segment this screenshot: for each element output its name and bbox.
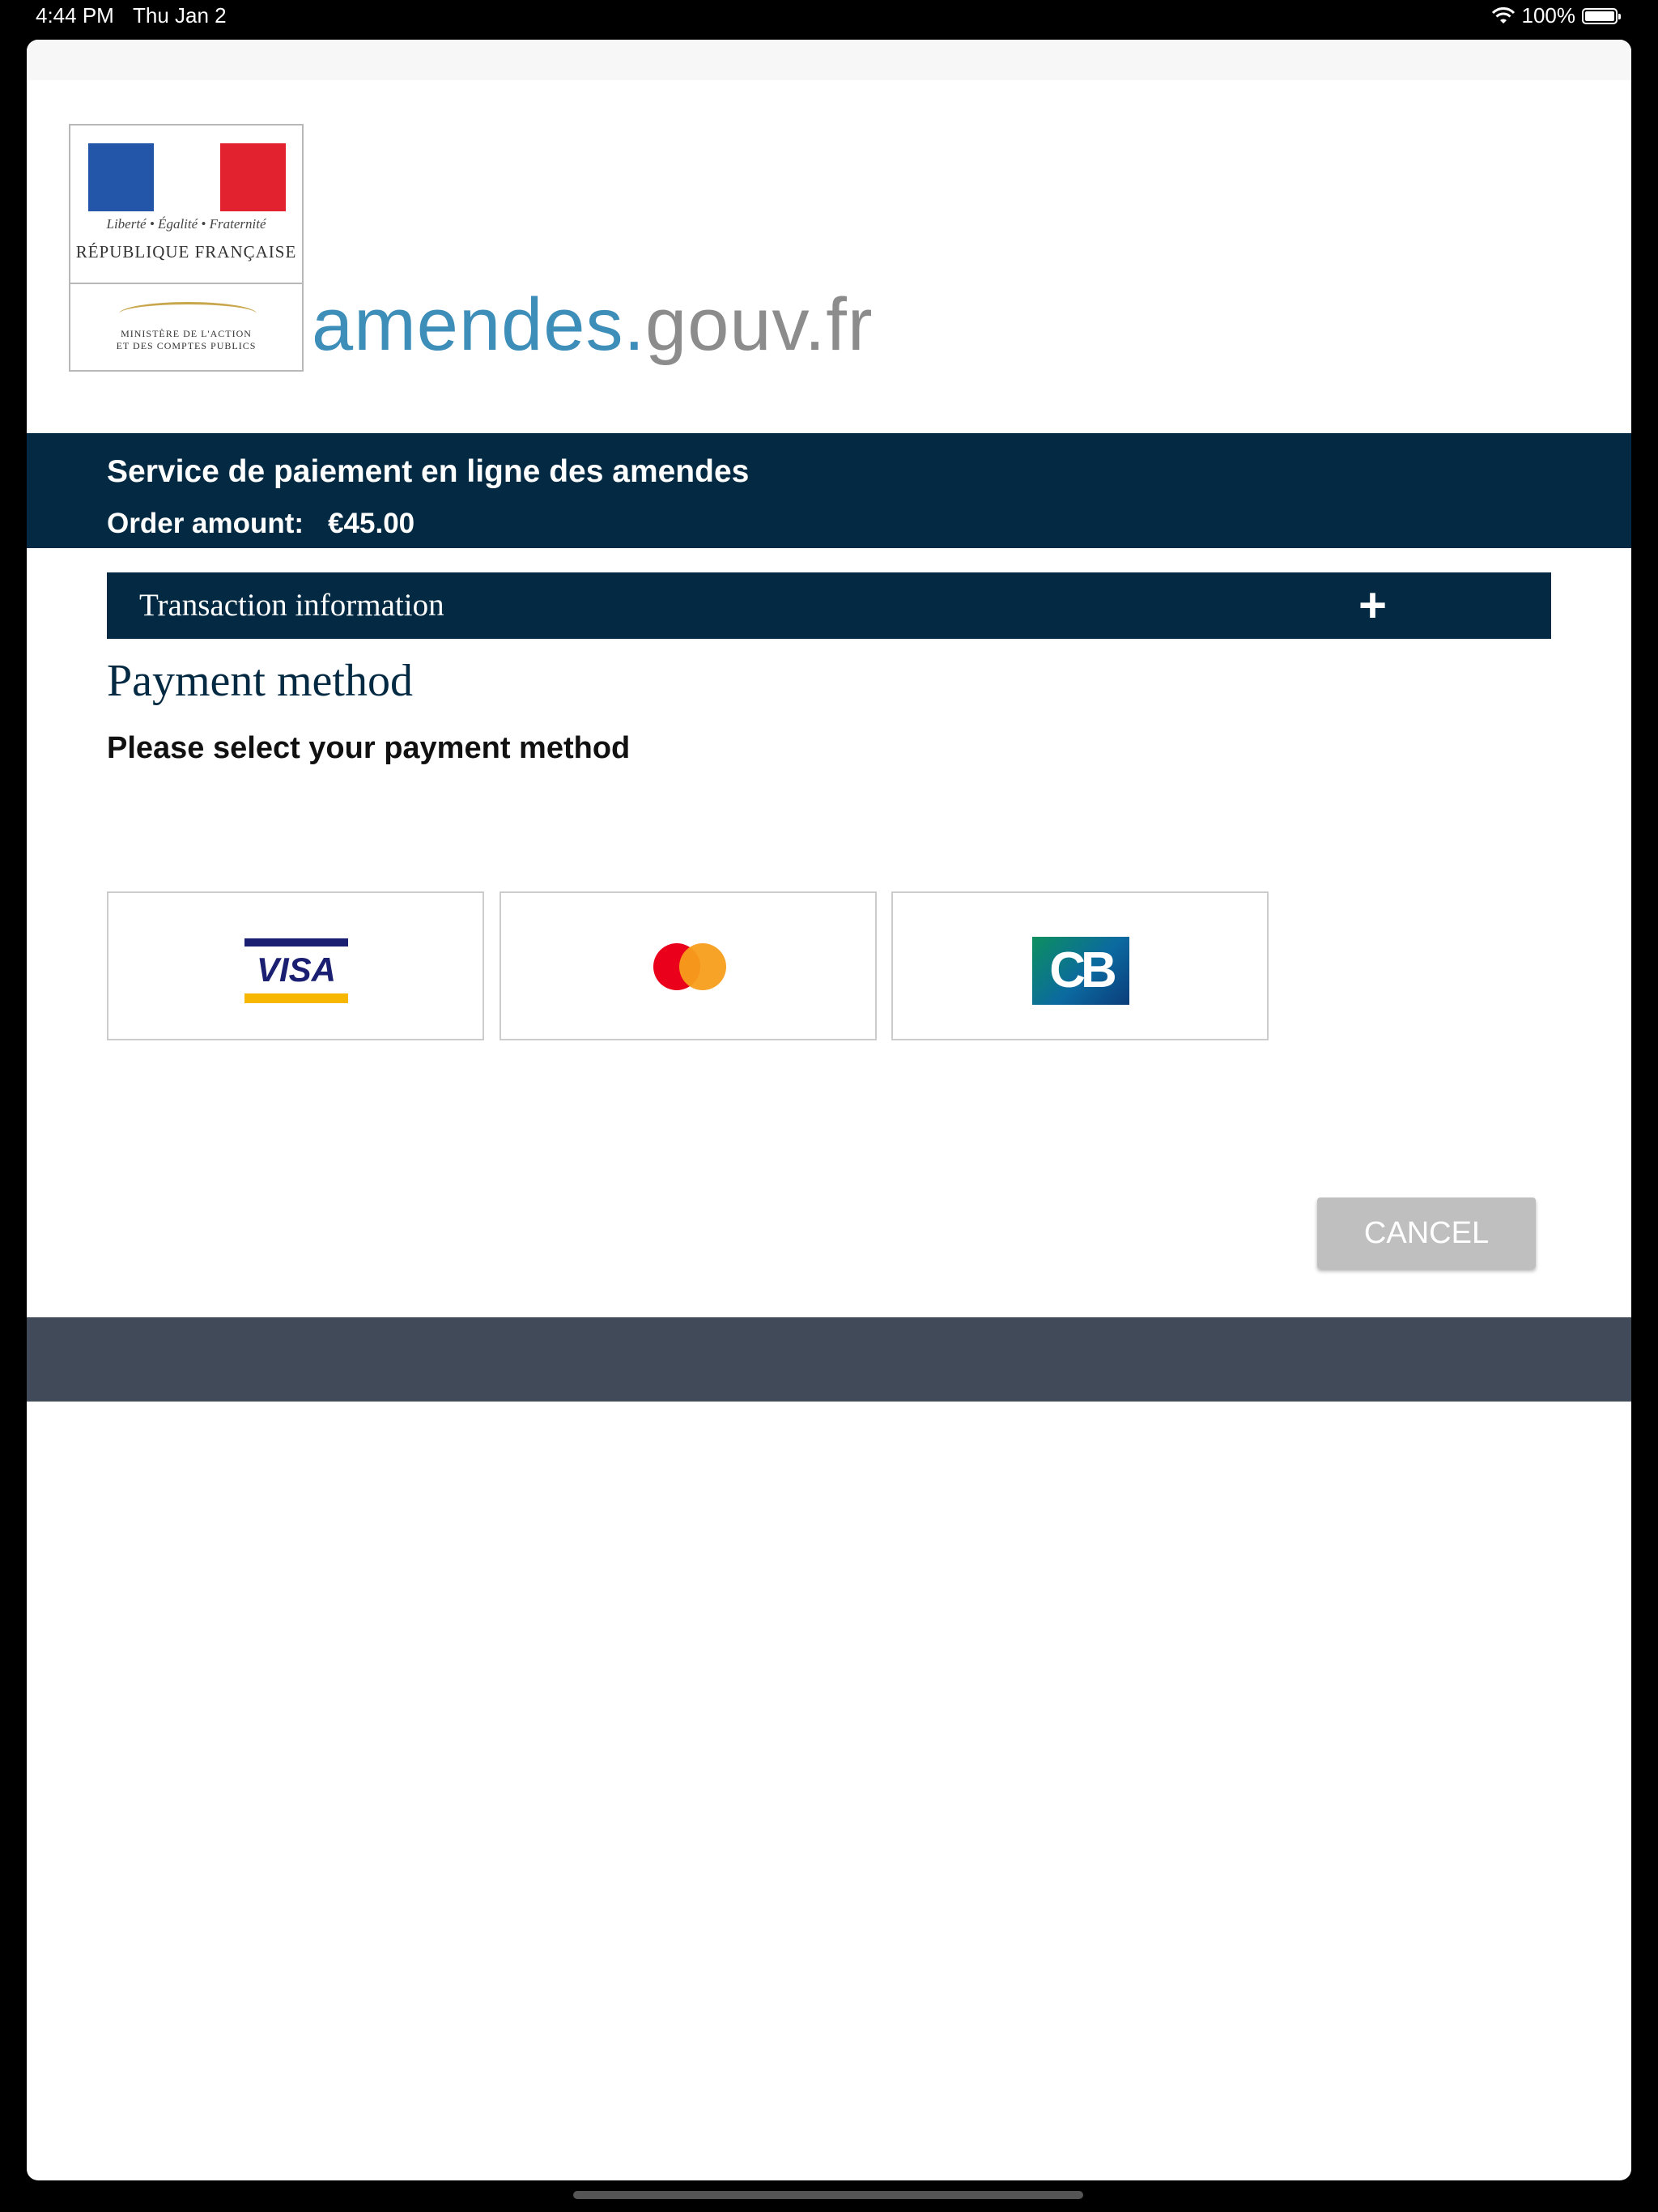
logo-republic: RÉPUBLIQUE FRANÇAISE [75, 242, 297, 262]
mastercard-payment-button[interactable] [500, 891, 877, 1040]
battery-percent: 100% [1521, 3, 1576, 28]
ministry-line-1: MINISTÈRE DE L'ACTION [121, 328, 252, 339]
payment-method-title: Payment method [107, 656, 413, 706]
payment-method-subtitle: Please select your payment method [107, 731, 631, 765]
transaction-info-toggle[interactable]: Transaction information + [107, 572, 1551, 639]
order-amount-row: Order amount: €45.00 [107, 508, 439, 540]
ministry-name: MINISTÈRE DE L'ACTION ET DES COMPTES PUB… [70, 328, 302, 352]
site-name-part2: gouv.fr [645, 283, 874, 366]
order-amount-label: Order amount: [107, 508, 304, 539]
order-amount-value: €45.00 [328, 508, 415, 539]
plus-icon[interactable]: + [1358, 577, 1387, 633]
status-bar: 4:44 PM Thu Jan 2 100% [0, 0, 1658, 39]
wifi-icon [1491, 6, 1515, 23]
transaction-info-label: Transaction information [139, 588, 444, 623]
visa-logo-icon: VISA [244, 938, 348, 1003]
sheet-top-bar [27, 40, 1631, 80]
gov-logo: Liberté • Égalité • Fraternité RÉPUBLIQU… [69, 124, 304, 372]
site-name-part1: amendes. [312, 283, 646, 366]
status-time: 4:44 PM [36, 3, 114, 28]
web-sheet: Liberté • Égalité • Fraternité RÉPUBLIQU… [27, 40, 1631, 2180]
tricolor-flag-icon [88, 143, 286, 211]
cancel-button[interactable]: CANCEL [1317, 1197, 1536, 1269]
visa-payment-button[interactable]: VISA [107, 891, 484, 1040]
site-name: amendes.gouv.fr [312, 283, 873, 368]
logo-motto: Liberté • Égalité • Fraternité [106, 216, 266, 232]
status-date: Thu Jan 2 [133, 3, 227, 28]
ministry-arc-icon [119, 302, 257, 325]
status-indicators: 100% [1491, 3, 1621, 28]
mastercard-logo-icon [653, 943, 726, 990]
ministry-line-2: ET DES COMPTES PUBLICS [116, 340, 257, 351]
cb-logo-icon: CB [1032, 937, 1129, 1005]
home-indicator[interactable] [573, 2191, 1083, 2199]
marianne-logo: Liberté • Égalité • Fraternité RÉPUBLIQU… [70, 125, 302, 284]
cb-payment-button[interactable]: CB [891, 891, 1269, 1040]
header-banner: Service de paiement en ligne des amendes… [27, 433, 1631, 548]
battery-icon [1582, 7, 1621, 24]
banner-title: Service de paiement en ligne des amendes [107, 454, 750, 489]
page-footer [27, 1317, 1631, 1402]
